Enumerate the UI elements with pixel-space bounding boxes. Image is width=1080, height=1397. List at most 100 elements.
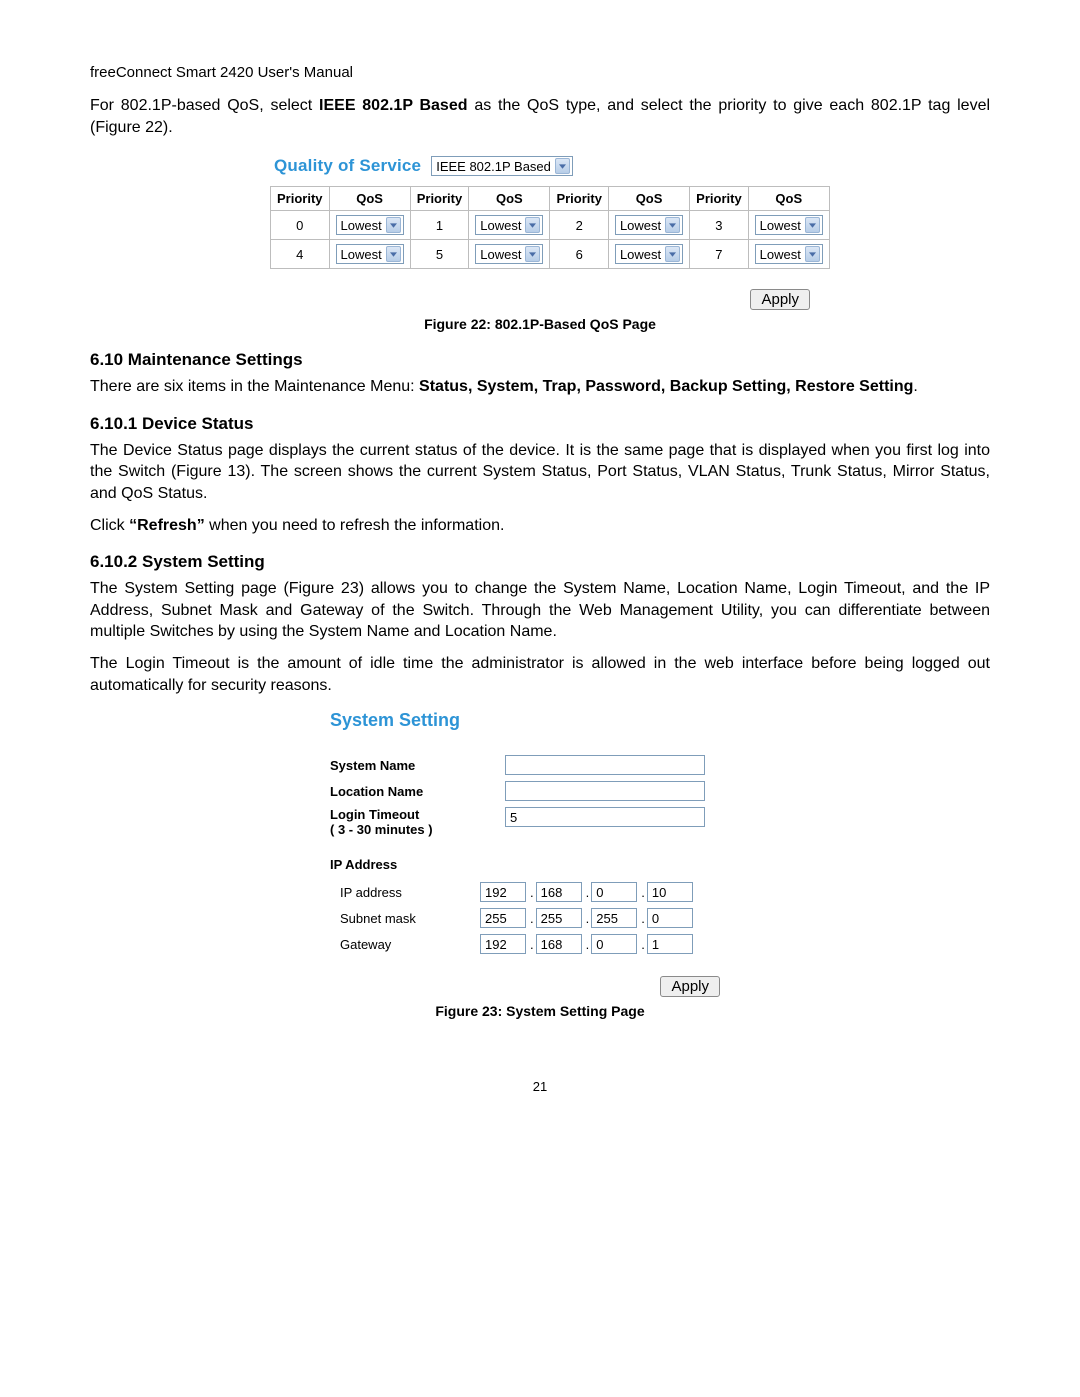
qos-priority-cell: 1 (410, 211, 469, 240)
text-6-10-1-p2-pre: Click (90, 517, 129, 534)
qos-th-qos: QoS (608, 187, 689, 211)
dot: . (526, 885, 536, 900)
qos-select-value: Lowest (341, 247, 386, 262)
qos-title-row: Quality of Service IEEE 802.1P Based (270, 156, 810, 176)
dot: . (637, 885, 647, 900)
gateway-row: Gateway . . . (330, 934, 750, 954)
qos-select[interactable]: Lowest (615, 215, 683, 235)
qos-select[interactable]: Lowest (475, 244, 543, 264)
figure23-caption: Figure 23: System Setting Page (90, 1003, 990, 1019)
page-number: 21 (90, 1079, 990, 1094)
qos-select[interactable]: Lowest (475, 215, 543, 235)
qos-select[interactable]: Lowest (336, 244, 404, 264)
location-name-label: Location Name (330, 784, 505, 799)
qos-th-priority: Priority (690, 187, 749, 211)
qos-select-cell: Lowest (329, 240, 410, 269)
text-6-10-post: . (913, 378, 917, 395)
text-6-10-pre: There are six items in the Maintenance M… (90, 378, 419, 395)
login-timeout-label: Login Timeout ( 3 - 30 minutes ) (330, 807, 505, 837)
qos-priority-cell: 5 (410, 240, 469, 269)
qos-select[interactable]: Lowest (615, 244, 683, 264)
system-setting-figure: System Setting System Name Location Name… (330, 710, 750, 997)
document-header: freeConnect Smart 2420 User's Manual (90, 64, 990, 81)
qos-th-priority: Priority (550, 187, 609, 211)
qos-th-priority: Priority (271, 187, 330, 211)
text-6-10-1-p2-post: when you need to refresh the information… (209, 517, 504, 534)
gw-octet-input[interactable] (591, 934, 637, 954)
qos-priority-cell: 4 (271, 240, 330, 269)
login-timeout-label-l1: Login Timeout (330, 807, 419, 822)
subnet-mask-row: Subnet mask . . . (330, 908, 750, 928)
system-apply-button[interactable]: Apply (660, 976, 720, 997)
gw-octet-input[interactable] (647, 934, 693, 954)
text-6-10-2-p2: The Login Timeout is the amount of idle … (90, 653, 990, 696)
qos-th-qos: QoS (748, 187, 829, 211)
qos-select[interactable]: Lowest (336, 215, 404, 235)
qos-priority-cell: 0 (271, 211, 330, 240)
login-timeout-label-l2: ( 3 - 30 minutes ) (330, 822, 433, 837)
qos-title: Quality of Service (274, 156, 421, 176)
text-6-10-1-p2-bold: “Refresh” (129, 517, 205, 534)
gateway-label: Gateway (330, 937, 480, 952)
qos-select[interactable]: Lowest (755, 215, 823, 235)
qos-figure: Quality of Service IEEE 802.1P Based Pri… (270, 156, 810, 310)
qos-type-select[interactable]: IEEE 802.1P Based (431, 156, 573, 176)
login-timeout-input[interactable] (505, 807, 705, 827)
location-name-row: Location Name (330, 781, 750, 801)
qos-select-cell: Lowest (329, 211, 410, 240)
qos-select-cell: Lowest (748, 240, 829, 269)
system-name-label: System Name (330, 758, 505, 773)
intro-paragraph: For 802.1P-based QoS, select IEEE 802.1P… (90, 95, 990, 138)
ip-address-row: IP address . . . (330, 882, 750, 902)
ip-address-label: IP address (330, 885, 480, 900)
qos-priority-cell: 3 (690, 211, 749, 240)
chevron-down-icon (805, 217, 820, 233)
qos-select-value: Lowest (480, 247, 525, 262)
qos-select-cell: Lowest (608, 240, 689, 269)
qos-select-value: Lowest (620, 218, 665, 233)
heading-6-10: 6.10 Maintenance Settings (90, 350, 990, 370)
chevron-down-icon (386, 246, 401, 262)
qos-priority-cell: 2 (550, 211, 609, 240)
intro-bold: IEEE 802.1P Based (319, 97, 467, 114)
qos-select-cell: Lowest (469, 211, 550, 240)
qos-select-cell: Lowest (469, 240, 550, 269)
heading-6-10-1: 6.10.1 Device Status (90, 414, 990, 434)
qos-select-cell: Lowest (748, 211, 829, 240)
ip-octet-input[interactable] (480, 882, 526, 902)
qos-select-value: Lowest (620, 247, 665, 262)
ip-octet-input[interactable] (536, 882, 582, 902)
system-name-input[interactable] (505, 755, 705, 775)
qos-priority-cell: 7 (690, 240, 749, 269)
dot: . (637, 911, 647, 926)
chevron-down-icon (665, 217, 680, 233)
location-name-input[interactable] (505, 781, 705, 801)
dot: . (637, 937, 647, 952)
gw-octet-input[interactable] (536, 934, 582, 954)
qos-priority-cell: 6 (550, 240, 609, 269)
subnet-mask-group: . . . (480, 908, 693, 928)
ip-octet-input[interactable] (591, 882, 637, 902)
mask-octet-input[interactable] (647, 908, 693, 928)
login-timeout-row: Login Timeout ( 3 - 30 minutes ) (330, 807, 750, 837)
chevron-down-icon (525, 246, 540, 262)
intro-pre: For 802.1P-based QoS, select (90, 97, 319, 114)
gw-octet-input[interactable] (480, 934, 526, 954)
system-setting-title: System Setting (330, 710, 750, 731)
mask-octet-input[interactable] (536, 908, 582, 928)
mask-octet-input[interactable] (480, 908, 526, 928)
ip-address-heading: IP Address (330, 857, 750, 872)
ip-address-group: . . . (480, 882, 693, 902)
dot: . (582, 937, 592, 952)
qos-select-value: Lowest (341, 218, 386, 233)
qos-apply-button[interactable]: Apply (750, 289, 810, 310)
ip-octet-input[interactable] (647, 882, 693, 902)
qos-select-value: Lowest (760, 218, 805, 233)
chevron-down-icon (555, 158, 570, 174)
qos-select[interactable]: Lowest (755, 244, 823, 264)
chevron-down-icon (665, 246, 680, 262)
dot: . (582, 911, 592, 926)
mask-octet-input[interactable] (591, 908, 637, 928)
dot: . (526, 911, 536, 926)
dot: . (526, 937, 536, 952)
